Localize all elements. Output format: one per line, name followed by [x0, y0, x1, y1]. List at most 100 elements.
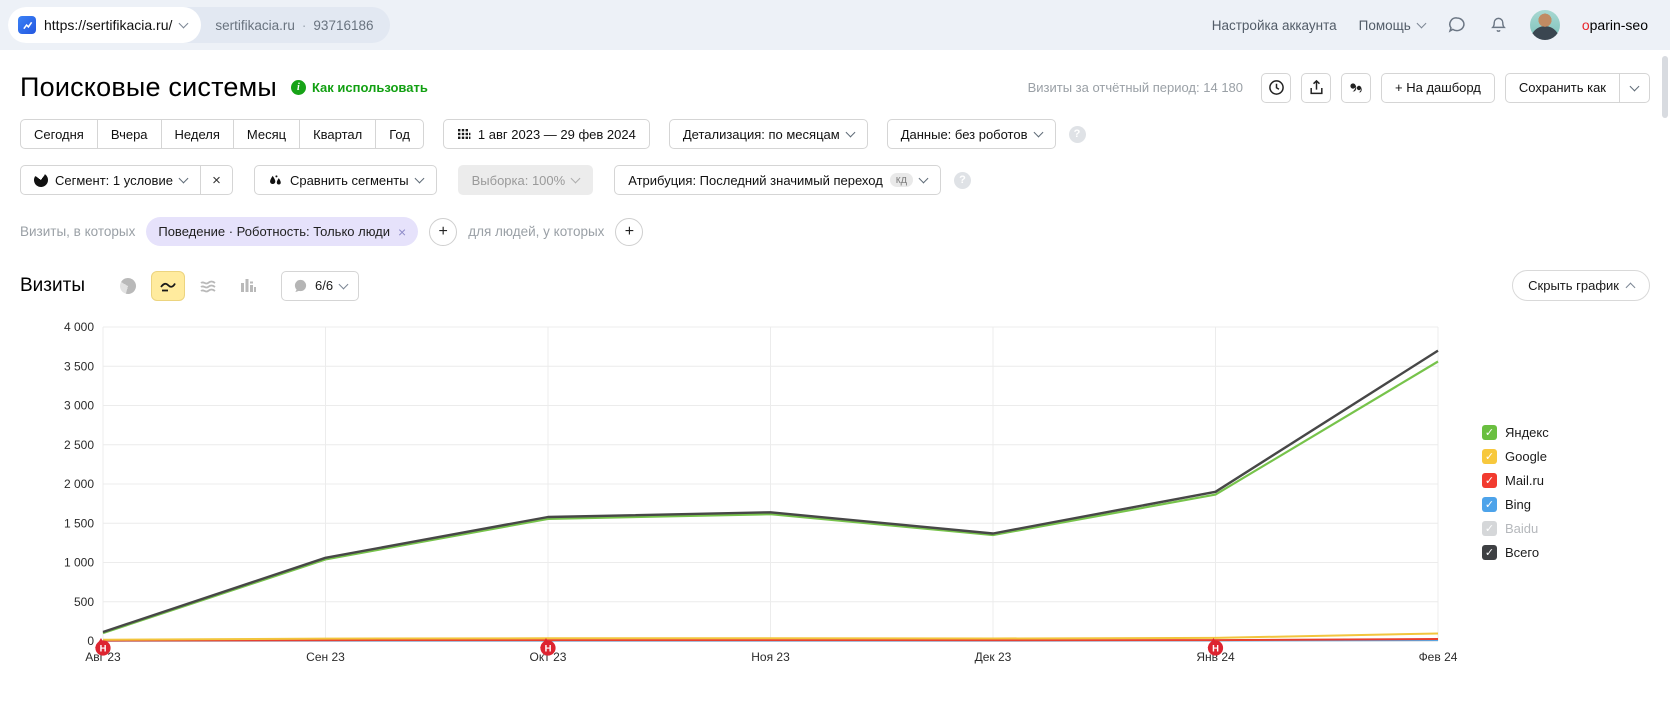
calendar-grid-icon [457, 127, 471, 141]
period-year-button[interactable]: Год [375, 119, 424, 149]
x-tick-label: Ноя 23 [751, 650, 790, 664]
period-month-button[interactable]: Месяц [233, 119, 299, 149]
legend-item-bing[interactable]: ✓ Bing [1482, 497, 1549, 512]
legend-checkbox-icon[interactable]: ✓ [1482, 497, 1497, 512]
x-tick-label: Сен 23 [306, 650, 345, 664]
y-tick-label: 0 [87, 634, 94, 648]
add-visit-condition-button[interactable]: + [429, 218, 457, 246]
username-rest: parin-seo [1590, 17, 1648, 33]
period-today-button[interactable]: Сегодня [20, 119, 97, 149]
attribution-dropdown[interactable]: Атрибуция: Последний значимый переход кд [614, 165, 941, 195]
counter-selector[interactable]: https://sertifikacia.ru/ [8, 7, 201, 43]
detalization-dropdown[interactable]: Детализация: по месяцам [669, 119, 868, 149]
line-chart-canvas[interactable]: 05001 0001 5002 0002 5003 0003 5004 000А… [20, 313, 1470, 673]
legend-label: Baidu [1505, 521, 1538, 536]
metrica-logo-icon [18, 16, 36, 34]
robotness-filter-chip[interactable]: Поведение · Роботность: Только люди × [146, 217, 418, 246]
account-settings-link[interactable]: Настройка аккаунта [1212, 18, 1337, 33]
compare-segments-label: Сравнить сегменты [290, 173, 409, 188]
data-mode-dropdown[interactable]: Данные: без роботов [887, 119, 1056, 149]
legend-item-mail-ru[interactable]: ✓Mail.ru [1482, 473, 1549, 488]
dot-separator: · [302, 18, 307, 33]
y-tick-label: 4 000 [64, 320, 94, 334]
help-question-icon[interactable]: ? [954, 172, 971, 189]
notifications-bell-icon[interactable] [1489, 15, 1508, 35]
for-people-label: для людей, у которых [468, 224, 604, 239]
how-to-use-link[interactable]: i Как использовать [291, 80, 428, 95]
detalization-label: Детализация: по месяцам [683, 127, 840, 142]
y-tick-label: 500 [74, 595, 94, 609]
hide-chart-label: Скрыть график [1528, 278, 1619, 293]
help-question-icon[interactable]: ? [1069, 126, 1086, 143]
help-menu[interactable]: Помощь [1359, 18, 1425, 33]
y-tick-label: 3 000 [64, 399, 94, 413]
date-range-button[interactable]: 1 авг 2023 — 29 фев 2024 [443, 119, 650, 149]
pie-chart-icon [117, 275, 139, 297]
page-title: Поисковые системы [20, 72, 277, 103]
counter-url: https://sertifikacia.ru/ [44, 17, 172, 33]
legend-item-baidu[interactable]: ✓ Baidu [1482, 521, 1549, 536]
legend-label: Google [1505, 449, 1547, 464]
legend-item-google[interactable]: ✓ Google [1482, 449, 1549, 464]
add-user-condition-button[interactable]: + [615, 218, 643, 246]
chevron-down-icon [1033, 128, 1043, 138]
period-quarter-button[interactable]: Квартал [299, 119, 375, 149]
columns-chart-type-button[interactable] [231, 271, 265, 301]
save-as-button[interactable]: Сохранить как [1505, 73, 1620, 103]
how-to-use-label: Как использовать [312, 80, 428, 95]
comments-button[interactable] [1341, 73, 1371, 103]
chevron-down-icon [414, 174, 424, 184]
date-range-label: 1 авг 2023 — 29 фев 2024 [478, 127, 636, 142]
section-title: Визиты [20, 275, 85, 297]
x-tick-label: Дек 23 [975, 650, 1012, 664]
export-button[interactable] [1301, 73, 1331, 103]
attribution-label: Атрибуция: Последний значимый переход [628, 173, 883, 188]
segment-pie-icon [31, 170, 50, 189]
legend-checkbox-icon[interactable]: ✓ [1482, 473, 1497, 488]
segment-label: Сегмент: 1 условие [55, 173, 173, 188]
chart-legend: ✓Яндекс✓Google✓Mail.ru✓Bing✓Baidu✓Всего [1482, 425, 1549, 560]
chip-remove-icon[interactable]: × [398, 224, 406, 240]
y-tick-label: 1 500 [64, 516, 94, 530]
legend-label: Яндекс [1505, 425, 1549, 440]
topbar: https://sertifikacia.ru/ sertifikacia.ru… [0, 0, 1670, 50]
legend-checkbox-icon[interactable]: ✓ [1482, 425, 1497, 440]
segment-dropdown[interactable]: Сегмент: 1 условие [20, 165, 201, 195]
segment-clear-button[interactable]: × [201, 165, 233, 195]
note-marker-label: Н [545, 644, 552, 655]
pie-chart-type-button[interactable] [111, 271, 145, 301]
chevron-up-icon [1626, 283, 1636, 293]
period-filter-row: Сегодня Вчера Неделя Месяц Квартал Год 1… [20, 119, 1650, 149]
chevron-down-icon [179, 19, 189, 29]
legend-item-яндекс[interactable]: ✓ Яндекс [1482, 425, 1549, 440]
hide-chart-button[interactable]: Скрыть график [1512, 270, 1650, 301]
legend-item-всего[interactable]: ✓Всего [1482, 545, 1549, 560]
period-week-button[interactable]: Неделя [161, 119, 233, 149]
metrics-count-dropdown[interactable]: 6/6 [281, 271, 359, 301]
save-as-dropdown-button[interactable] [1620, 73, 1650, 103]
legend-label: Bing [1505, 497, 1531, 512]
feedback-icon[interactable] [1447, 15, 1467, 35]
sampling-dropdown[interactable]: Выборка: 100% [458, 165, 594, 195]
legend-checkbox-icon[interactable]: ✓ [1482, 449, 1497, 464]
line-chart-type-button[interactable] [151, 271, 185, 301]
period-yesterday-button[interactable]: Вчера [97, 119, 161, 149]
save-as-split-button: Сохранить как [1505, 73, 1650, 103]
segment-filter-row: Сегмент: 1 условие × Сравнить сегменты В… [20, 165, 1650, 195]
chevron-down-icon [919, 174, 929, 184]
chevron-down-icon [1630, 81, 1640, 91]
add-to-dashboard-button[interactable]: + На дашборд [1381, 73, 1495, 103]
history-clock-button[interactable] [1261, 73, 1291, 103]
bubble-icon [293, 279, 308, 293]
data-mode-label: Данные: без роботов [901, 127, 1028, 142]
compare-segments-dropdown[interactable]: Сравнить сегменты [254, 165, 437, 195]
legend-checkbox-icon[interactable]: ✓ [1482, 545, 1497, 560]
user-avatar[interactable] [1530, 10, 1560, 40]
vertical-scrollbar[interactable] [1662, 56, 1668, 118]
username[interactable]: oparin-seo [1582, 17, 1648, 33]
conditions-row: Визиты, в которых Поведение · Роботность… [20, 217, 1650, 246]
note-marker-label: Н [100, 644, 107, 655]
stacked-area-type-button[interactable] [191, 271, 225, 301]
legend-checkbox-icon[interactable]: ✓ [1482, 521, 1497, 536]
visits-period-summary: Визиты за отчётный период: 14 180 [1028, 80, 1243, 95]
